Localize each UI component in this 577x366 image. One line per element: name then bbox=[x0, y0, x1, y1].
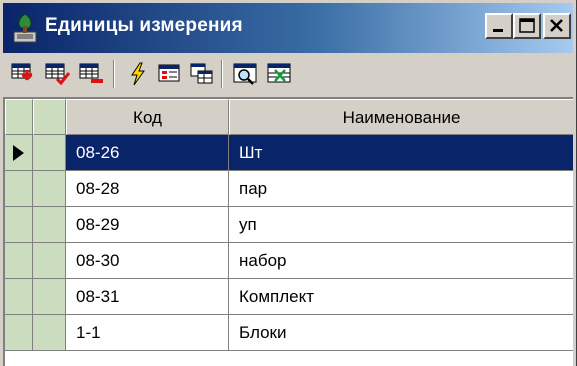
maximize-icon bbox=[519, 18, 535, 33]
form-view-icon[interactable] bbox=[157, 61, 183, 87]
name-cell[interactable]: пар bbox=[229, 171, 573, 207]
units-table: Код Наименование 08-26 Шт 08-28 пар 08-2… bbox=[3, 97, 573, 366]
row-blank-cell bbox=[33, 243, 66, 279]
code-cell[interactable]: 08-31 bbox=[66, 279, 229, 315]
row-indicator bbox=[5, 171, 33, 207]
row-indicator bbox=[5, 135, 33, 171]
code-cell[interactable]: 08-29 bbox=[66, 207, 229, 243]
table-row[interactable]: 08-28 пар bbox=[5, 171, 573, 207]
row-indicator bbox=[5, 315, 33, 351]
header-blank-cell bbox=[33, 99, 66, 135]
code-cell[interactable]: 08-30 bbox=[66, 243, 229, 279]
delete-record-icon[interactable] bbox=[79, 61, 105, 87]
window-title: Единицы измерения bbox=[45, 15, 243, 36]
row-indicator bbox=[5, 243, 33, 279]
close-icon bbox=[550, 19, 563, 32]
table-row[interactable]: 1-1 Блоки bbox=[5, 315, 573, 351]
name-cell[interactable]: Шт bbox=[229, 135, 573, 171]
code-cell[interactable]: 08-26 bbox=[66, 135, 229, 171]
minimize-button[interactable] bbox=[485, 13, 513, 39]
row-blank-cell bbox=[33, 135, 66, 171]
row-indicator bbox=[5, 207, 33, 243]
maximize-button[interactable] bbox=[513, 13, 541, 39]
close-table-icon[interactable] bbox=[267, 61, 293, 87]
row-blank-cell bbox=[33, 207, 66, 243]
column-header-code[interactable]: Код bbox=[66, 99, 229, 135]
name-cell[interactable]: Комплект bbox=[229, 279, 573, 315]
table-row[interactable]: 08-29 уп bbox=[5, 207, 573, 243]
name-cell[interactable]: уп bbox=[229, 207, 573, 243]
code-cell[interactable]: 1-1 bbox=[66, 315, 229, 351]
lightning-icon[interactable] bbox=[125, 61, 151, 87]
name-cell[interactable]: Блоки bbox=[229, 315, 573, 351]
minimize-icon bbox=[493, 29, 503, 32]
table-header: Код Наименование bbox=[5, 99, 573, 135]
toolbar-separator bbox=[113, 60, 115, 88]
row-blank-cell bbox=[33, 279, 66, 315]
code-cell[interactable]: 08-28 bbox=[66, 171, 229, 207]
units-window: Единицы измерения Код Наименование 08-26… bbox=[0, 0, 577, 366]
copy-table-icon[interactable] bbox=[189, 61, 215, 87]
title-bar[interactable]: Единицы измерения bbox=[3, 3, 573, 53]
edit-record-icon[interactable] bbox=[45, 61, 71, 87]
row-indicator bbox=[5, 279, 33, 315]
toolbar-separator bbox=[221, 60, 223, 88]
row-blank-cell bbox=[33, 315, 66, 351]
row-blank-cell bbox=[33, 171, 66, 207]
search-icon[interactable] bbox=[233, 61, 259, 87]
app-icon bbox=[13, 13, 37, 43]
header-indicator-cell bbox=[5, 99, 33, 135]
column-header-name[interactable]: Наименование bbox=[229, 99, 573, 135]
close-button[interactable] bbox=[543, 13, 571, 39]
current-row-arrow-icon bbox=[13, 145, 24, 161]
table-row[interactable]: 08-31 Комплект bbox=[5, 279, 573, 315]
table-row[interactable]: 08-30 набор bbox=[5, 243, 573, 279]
toolbar bbox=[3, 53, 573, 95]
name-cell[interactable]: набор bbox=[229, 243, 573, 279]
add-record-icon[interactable] bbox=[11, 61, 37, 87]
table-row[interactable]: 08-26 Шт bbox=[5, 135, 573, 171]
